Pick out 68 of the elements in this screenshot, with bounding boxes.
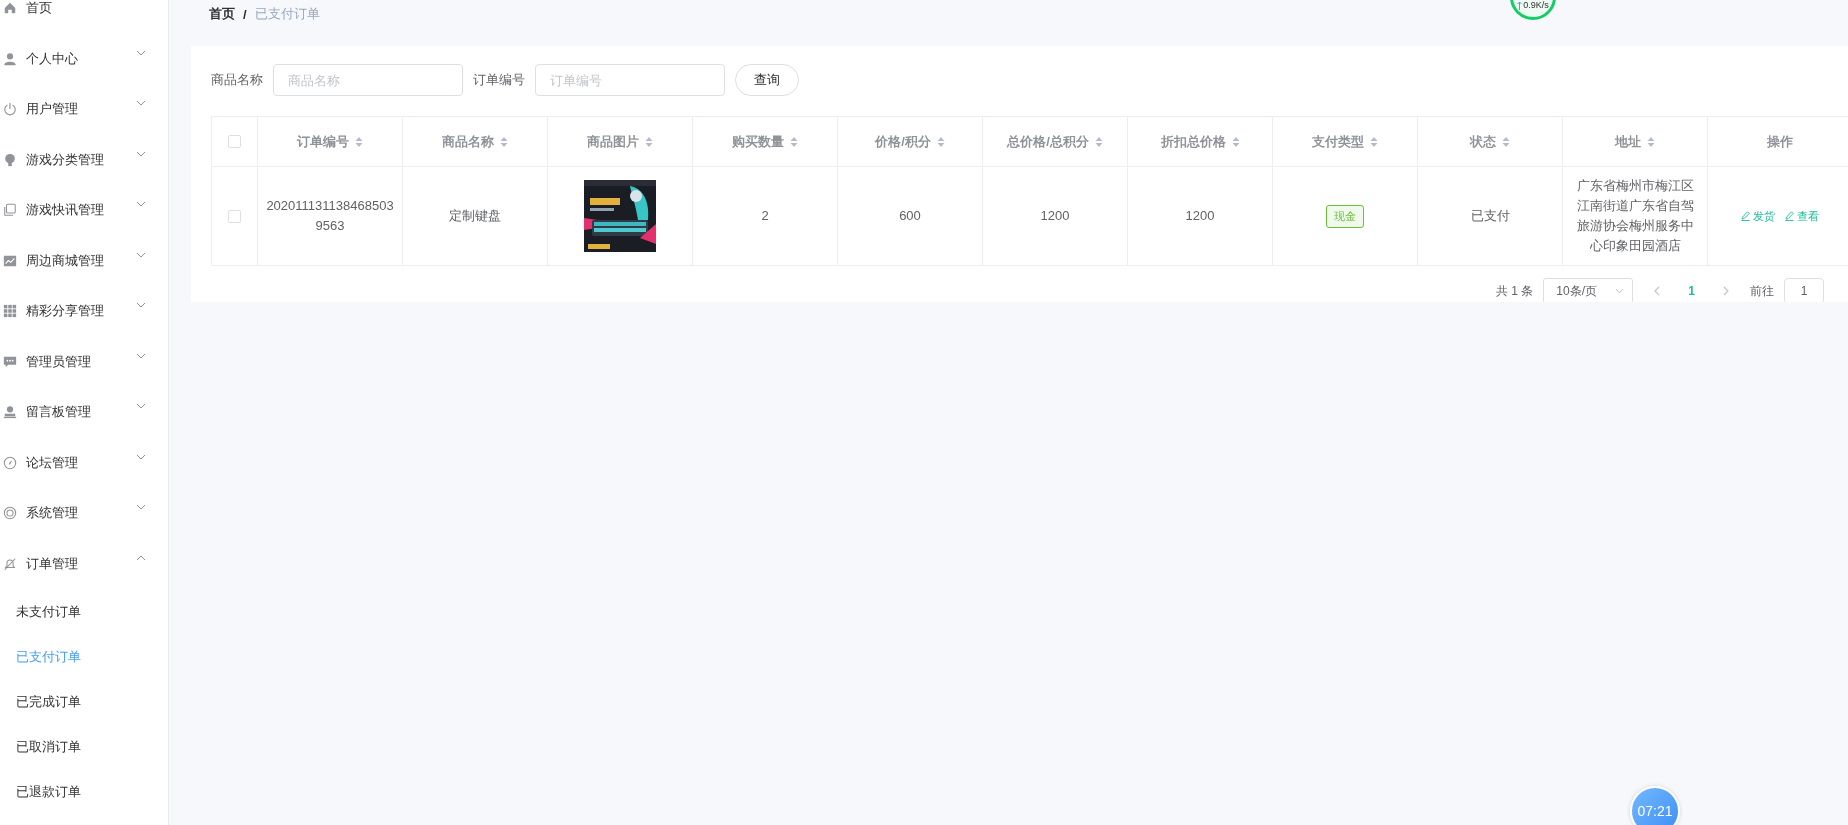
user-icon [3, 51, 17, 66]
table-cell-text: 定制键盘 [449, 207, 501, 225]
select-all-checkbox[interactable] [228, 135, 241, 148]
sort-icon[interactable] [1647, 135, 1655, 148]
sort-icon[interactable] [355, 135, 363, 148]
caret-down-icon [1615, 288, 1625, 294]
power-icon [3, 102, 17, 117]
sort-icon[interactable] [790, 135, 798, 148]
field-label: 商品名称 [211, 71, 263, 89]
table-cell-text: 600 [899, 207, 921, 225]
sidebar-item[interactable]: 游戏分类管理 [0, 134, 168, 185]
sidebar-item[interactable]: 游戏快讯管理 [0, 185, 168, 236]
submenu-item[interactable]: 已完成订单 [0, 679, 168, 724]
breadcrumb-link[interactable]: 首页 [209, 5, 235, 23]
clock-bubble: 07:21 [1630, 786, 1680, 825]
goto-page-field[interactable]: 1 [1784, 278, 1824, 302]
sort-icon[interactable] [936, 135, 945, 148]
breadcrumb-separator: / [243, 6, 247, 22]
goto-label: 前往 [1750, 282, 1774, 300]
ring-icon [3, 506, 17, 521]
sidebar-item[interactable]: 系统管理 [0, 488, 168, 539]
table-cell-text: 1200 [1185, 207, 1215, 225]
table-cell-text: 广东省梅州市梅江区江南街道广东省自驾旅游协会梅州服务中心印象田园酒店 [1575, 177, 1695, 255]
sidebar-item[interactable]: 订单管理 [0, 538, 168, 589]
chart-icon [3, 253, 17, 268]
edit-icon [1741, 211, 1750, 221]
speed-reading: 0.9K/s [1523, 0, 1549, 10]
sidebar-item[interactable]: 周边商城管理 [0, 235, 168, 286]
row-checkbox[interactable] [228, 209, 241, 223]
table-cell-text: 已支付 [1470, 207, 1510, 225]
sort-icon[interactable] [1502, 135, 1510, 148]
submenu-item[interactable]: 未支付订单 [0, 589, 168, 634]
payment-tag: 现金 [1326, 204, 1364, 228]
sidebar-item[interactable]: 留言板管理 [0, 387, 168, 438]
search-field[interactable]: 商品名称 [273, 64, 463, 96]
sort-icon[interactable] [500, 135, 508, 148]
upload-arrow-icon [1517, 1, 1523, 10]
page-size-select[interactable]: 10条/页 [1543, 278, 1634, 302]
sidebar-item[interactable]: 首页 [0, 0, 168, 34]
bell-icon [3, 556, 17, 571]
copy-icon [3, 203, 17, 218]
submenu-item[interactable]: 已取消订单 [0, 724, 168, 769]
field-label: 订单编号 [473, 71, 525, 89]
table-cell-text: 2 [761, 207, 769, 225]
sidebar-item[interactable]: 精彩分享管理 [0, 286, 168, 337]
chat-icon [3, 354, 17, 369]
bulb-icon [3, 152, 17, 167]
sidebar-item[interactable]: 个人中心 [0, 33, 168, 84]
edit-icon [1785, 211, 1794, 221]
sort-icon[interactable] [645, 135, 653, 148]
total-count: 共 1 条 [1495, 282, 1534, 300]
sidebar-item[interactable]: 论坛管理 [0, 437, 168, 488]
compass-icon [3, 455, 17, 470]
sort-icon[interactable] [1094, 135, 1103, 148]
grid-icon [3, 304, 17, 319]
table-cell-text: 1200 [1040, 207, 1070, 225]
query-button[interactable]: 查询 [735, 64, 799, 96]
sidebar-item[interactable]: 用户管理 [0, 84, 168, 135]
next-page-icon[interactable] [1721, 286, 1730, 296]
sort-icon[interactable] [1231, 135, 1240, 148]
breadcrumb-current: 已支付订单 [254, 5, 320, 23]
submenu-item[interactable]: 已退款订单 [0, 769, 168, 814]
sidebar-item[interactable]: 管理员管理 [0, 336, 168, 387]
home-icon [3, 1, 17, 16]
table-cell-text: 2020111311384685039563 [266, 197, 394, 235]
person-icon [3, 405, 17, 420]
sort-icon[interactable] [1370, 135, 1378, 148]
search-field[interactable]: 订单编号 [535, 64, 725, 96]
